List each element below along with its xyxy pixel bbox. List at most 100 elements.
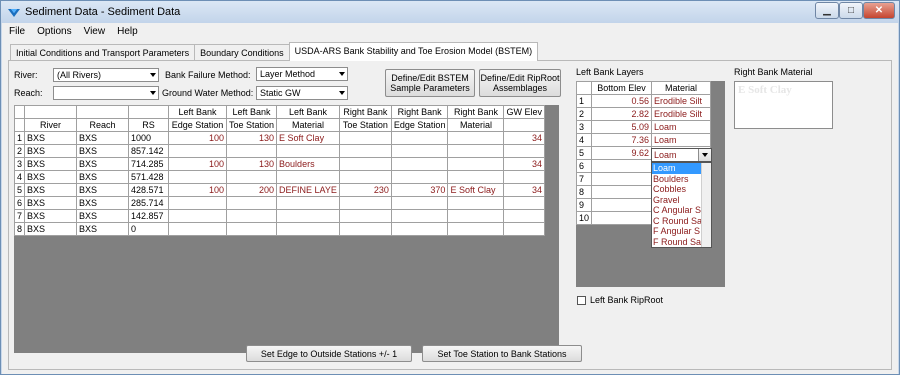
table-cell[interactable]: [591, 159, 653, 173]
table-cell[interactable]: 2.82: [591, 107, 653, 121]
column-header[interactable]: RS: [128, 118, 170, 132]
table-cell[interactable]: 200: [226, 183, 278, 197]
table-cell[interactable]: [390, 144, 449, 158]
table-cell[interactable]: Boulders: [276, 157, 340, 171]
table-cell[interactable]: BXS: [24, 157, 78, 171]
close-button[interactable]: ✕: [863, 2, 895, 19]
table-cell[interactable]: 34: [503, 183, 545, 197]
table-cell[interactable]: [338, 170, 392, 184]
table-cell[interactable]: BXS: [76, 222, 130, 236]
column-header[interactable]: Reach: [76, 118, 130, 132]
table-cell[interactable]: [390, 170, 449, 184]
table-cell[interactable]: [226, 222, 278, 236]
table-cell[interactable]: [390, 222, 449, 236]
table-cell[interactable]: 1000: [128, 131, 170, 145]
table-cell[interactable]: [168, 196, 228, 210]
column-header[interactable]: [503, 118, 545, 132]
table-row[interactable]: 8 BXS BXS 0: [13, 222, 545, 236]
set-edge-button[interactable]: Set Edge to Outside Stations +/- 1: [246, 345, 412, 362]
maximize-button[interactable]: □: [839, 2, 863, 19]
table-cell[interactable]: BXS: [24, 183, 78, 197]
table-cell[interactable]: BXS: [24, 170, 78, 184]
table-cell[interactable]: [168, 222, 228, 236]
table-row[interactable]: 1 BXS BXS 1000 100 130 E Soft Clay 34: [13, 131, 545, 145]
table-cell[interactable]: 5.09: [591, 120, 653, 134]
table-cell[interactable]: Erodible Silt: [651, 94, 712, 108]
table-cell[interactable]: 714.285: [128, 157, 170, 171]
define-bstem-button[interactable]: Define/Edit BSTEM Sample Parameters: [385, 69, 475, 97]
table-row[interactable]: 3 BXS BXS 714.285 100 130 Boulders 34: [13, 157, 545, 171]
table-cell[interactable]: [338, 222, 392, 236]
title-bar[interactable]: Sediment Data - Sediment Data ▁ □ ✕: [1, 1, 899, 23]
table-cell[interactable]: [338, 209, 392, 223]
table-cell[interactable]: BXS: [76, 131, 130, 145]
table-cell[interactable]: 0: [128, 222, 170, 236]
table-row[interactable]: 7 BXS BXS 142.857: [13, 209, 545, 223]
table-cell[interactable]: 130: [226, 157, 278, 171]
right-bank-material-box[interactable]: E Soft Clay: [734, 81, 833, 129]
table-cell[interactable]: [503, 209, 545, 223]
table-cell[interactable]: Erodible Silt: [651, 107, 712, 121]
table-cell[interactable]: [503, 222, 545, 236]
chevron-down-icon[interactable]: [698, 149, 711, 161]
table-cell[interactable]: [276, 209, 340, 223]
table-cell[interactable]: BXS: [76, 196, 130, 210]
table-cell[interactable]: DEFINE LAYE: [276, 183, 340, 197]
table-cell[interactable]: Loam: [651, 120, 712, 134]
table-cell[interactable]: E Soft Clay: [447, 183, 505, 197]
table-cell[interactable]: [390, 131, 449, 145]
layer-row[interactable]: 2 2.82 Erodible Silt: [575, 107, 712, 121]
table-cell[interactable]: [390, 209, 449, 223]
table-cell[interactable]: [591, 172, 653, 186]
table-cell[interactable]: [447, 196, 505, 210]
table-cell[interactable]: BXS: [24, 196, 78, 210]
table-cell[interactable]: [447, 209, 505, 223]
table-cell[interactable]: 34: [503, 157, 545, 171]
table-cell[interactable]: [447, 144, 505, 158]
table-cell[interactable]: BXS: [24, 222, 78, 236]
table-cell[interactable]: 571.428: [128, 170, 170, 184]
table-cell[interactable]: [168, 209, 228, 223]
column-header[interactable]: Material: [651, 81, 712, 95]
layer-row[interactable]: 4 7.36 Loam: [575, 133, 712, 147]
table-cell[interactable]: [591, 185, 653, 199]
table-cell[interactable]: 9.62: [591, 146, 653, 160]
table-cell[interactable]: 230: [338, 183, 392, 197]
column-header[interactable]: Toe Station: [338, 118, 392, 132]
table-cell[interactable]: 428.571: [128, 183, 170, 197]
table-row[interactable]: 2 BXS BXS 857.142: [13, 144, 545, 158]
table-cell[interactable]: 0.56: [591, 94, 653, 108]
column-header[interactable]: Bottom Elev: [591, 81, 653, 95]
menu-help[interactable]: Help: [112, 26, 143, 37]
table-cell[interactable]: E Soft Clay: [276, 131, 340, 145]
table-cell[interactable]: [226, 144, 278, 158]
table-cell[interactable]: [276, 196, 340, 210]
table-cell[interactable]: BXS: [24, 209, 78, 223]
set-toe-button[interactable]: Set Toe Station to Bank Stations: [422, 345, 582, 362]
table-cell[interactable]: [447, 131, 505, 145]
table-cell[interactable]: [168, 144, 228, 158]
layer-material-dropdown[interactable]: Loam: [651, 148, 712, 162]
table-cell[interactable]: BXS: [24, 144, 78, 158]
table-cell[interactable]: [390, 196, 449, 210]
column-header[interactable]: Edge Station: [168, 118, 228, 132]
table-cell[interactable]: BXS: [24, 131, 78, 145]
column-header[interactable]: Material: [276, 118, 340, 132]
table-cell[interactable]: 370: [390, 183, 449, 197]
table-cell[interactable]: 285.714: [128, 196, 170, 210]
table-cell[interactable]: [168, 170, 228, 184]
left-bank-riproot-checkbox[interactable]: [577, 296, 586, 305]
menu-file[interactable]: File: [4, 26, 30, 37]
table-cell[interactable]: 100: [168, 131, 228, 145]
column-header[interactable]: Edge Station: [390, 118, 449, 132]
gw-method-select[interactable]: Static GW: [256, 86, 348, 100]
table-cell[interactable]: BXS: [76, 170, 130, 184]
minimize-button[interactable]: ▁: [815, 2, 839, 19]
menu-view[interactable]: View: [79, 26, 111, 37]
table-cell[interactable]: [338, 144, 392, 158]
column-header[interactable]: River: [24, 118, 78, 132]
table-cell[interactable]: BXS: [76, 209, 130, 223]
table-cell[interactable]: [503, 144, 545, 158]
define-riproot-button[interactable]: Define/Edit RipRoot Assemblages: [479, 69, 561, 97]
table-cell[interactable]: [503, 170, 545, 184]
